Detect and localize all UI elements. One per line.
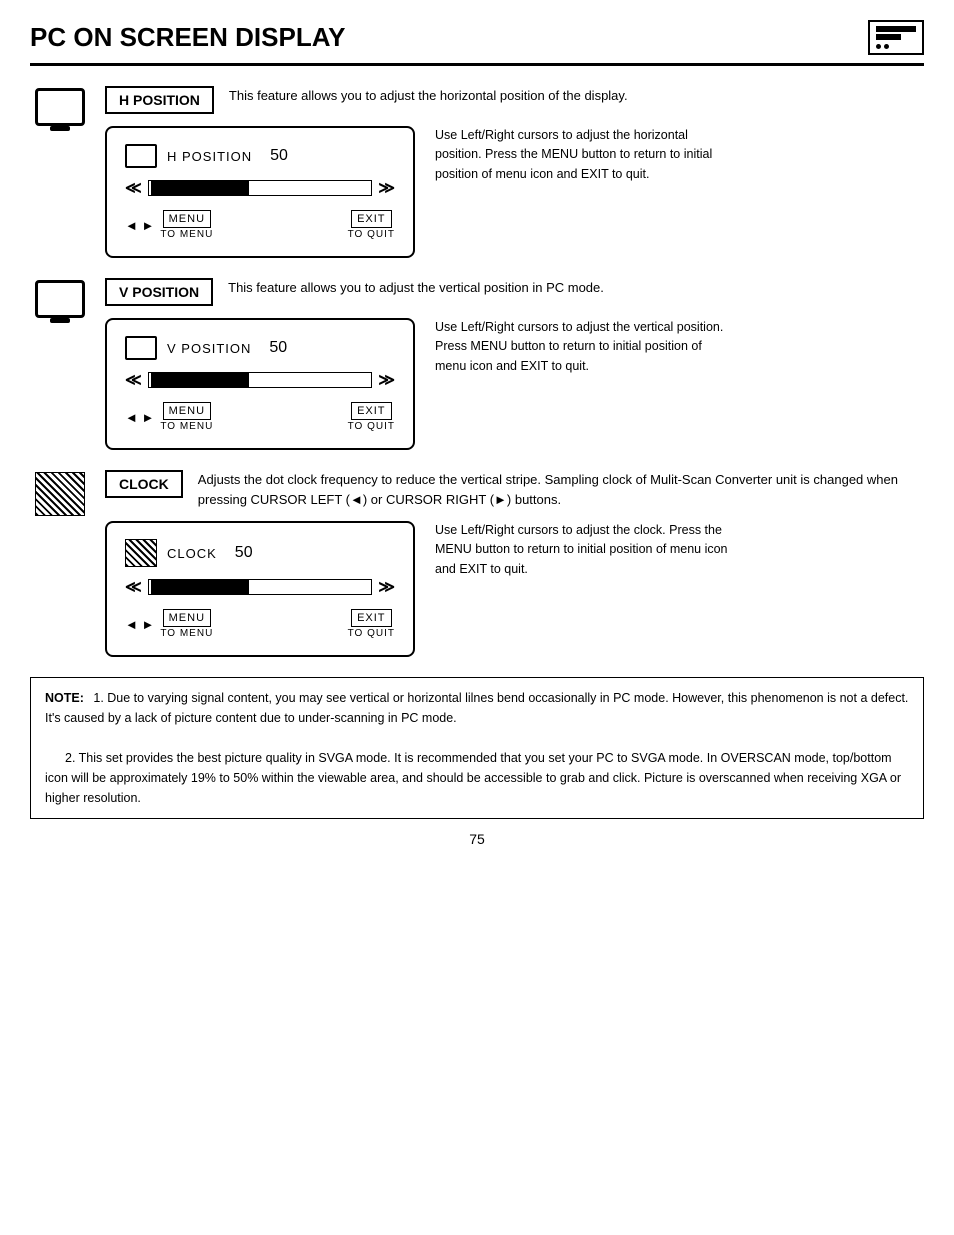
clock-arrow-right: ≫ xyxy=(378,577,395,597)
v-position-description: This feature allows you to adjust the ve… xyxy=(228,278,604,298)
v-position-ctrl-left: MENUTO MENU xyxy=(160,402,213,432)
h-position-slider-row: ≪≫ xyxy=(125,178,395,198)
v-position-icon xyxy=(30,280,90,318)
header-osd-icon xyxy=(868,20,924,55)
v-position-to-quit-label: TO QUIT xyxy=(348,421,395,432)
v-position-slider-fill xyxy=(151,373,249,387)
clock-content: CLOCK Adjusts the dot clock frequency to … xyxy=(105,470,924,657)
note-section: NOTE: 1. Due to varying signal content, … xyxy=(30,677,924,819)
clock-slider-track[interactable] xyxy=(148,579,373,595)
h-position-osd-monitor-icon xyxy=(125,144,157,168)
h-position-feature-header: H POSITION This feature allows you to adj… xyxy=(105,86,924,114)
h-position-ctrl-arrows[interactable]: ◄ ► xyxy=(125,218,154,233)
section-clock: CLOCK Adjusts the dot clock frequency to … xyxy=(30,470,924,657)
note-label: NOTE: xyxy=(45,691,84,705)
h-position-label: H POSITION xyxy=(105,86,214,114)
v-position-osd-monitor-icon xyxy=(125,336,157,360)
h-position-slider-fill xyxy=(151,181,249,195)
h-position-menu-button[interactable]: MENU xyxy=(163,210,211,228)
clock-ctrl-arrows[interactable]: ◄ ► xyxy=(125,617,154,632)
v-position-feature-header: V POSITION This feature allows you to adj… xyxy=(105,278,924,306)
clock-ctrl-left: MENUTO MENU xyxy=(160,609,213,639)
clock-to-quit-label: TO QUIT xyxy=(348,628,395,639)
clock-osd-value: 50 xyxy=(235,544,253,562)
clock-osd-row: CLOCK50≪≫◄ ►MENUTO MENUEXITTO QUITUse Le… xyxy=(105,521,924,657)
v-position-ctrl-right: EXITTO QUIT xyxy=(348,402,395,432)
page-number: 75 xyxy=(30,831,924,847)
clock-slider-row: ≪≫ xyxy=(125,577,395,597)
clock-arrow-left: ≪ xyxy=(125,577,142,597)
v-position-osd-value: 50 xyxy=(269,339,287,357)
section-v-position: V POSITION This feature allows you to adj… xyxy=(30,278,924,450)
v-position-to-menu-label: TO MENU xyxy=(160,421,213,432)
h-position-to-menu-label: TO MENU xyxy=(160,229,213,240)
h-position-ctrl-row: ◄ ► MENUTO MENU EXITTO QUIT xyxy=(125,210,395,240)
v-position-slider-track[interactable] xyxy=(148,372,373,388)
h-position-icon xyxy=(30,88,90,126)
h-position-arrow-left: ≪ xyxy=(125,178,142,198)
h-position-osd-label: H POSITION xyxy=(167,149,252,164)
v-position-arrow-left: ≪ xyxy=(125,370,142,390)
v-position-osd-desc: Use Left/Right cursors to adjust the ver… xyxy=(435,318,735,376)
clock-ctrl-row: ◄ ► MENUTO MENU EXITTO QUIT xyxy=(125,609,395,639)
h-position-ctrl-left: MENUTO MENU xyxy=(160,210,213,240)
h-position-content: H POSITION This feature allows you to adj… xyxy=(105,86,924,258)
clock-osd-label: CLOCK xyxy=(167,546,217,561)
h-position-description: This feature allows you to adjust the ho… xyxy=(229,86,628,106)
clock-label: CLOCK xyxy=(105,470,183,498)
page-header: PC ON SCREEN DISPLAY xyxy=(30,20,924,66)
v-position-ctrl-row: ◄ ► MENUTO MENU EXITTO QUIT xyxy=(125,402,395,432)
clock-description: Adjusts the dot clock frequency to reduc… xyxy=(198,470,924,509)
h-position-to-quit-label: TO QUIT xyxy=(348,229,395,240)
clock-to-menu-label: TO MENU xyxy=(160,628,213,639)
v-position-osd-label: V POSITION xyxy=(167,341,251,356)
clock-menu-button[interactable]: MENU xyxy=(163,609,211,627)
h-position-slider-track[interactable] xyxy=(148,180,373,196)
note-item-1: 1. Due to varying signal content, you ma… xyxy=(45,691,908,725)
page-title: PC ON SCREEN DISPLAY xyxy=(30,22,345,53)
note-item-2: 2. This set provides the best picture qu… xyxy=(45,751,901,805)
v-position-label: V POSITION xyxy=(105,278,213,306)
v-position-arrow-right: ≫ xyxy=(378,370,395,390)
h-position-osd-item-row: H POSITION 50 xyxy=(125,144,395,168)
v-position-osd-item-row: V POSITION 50 xyxy=(125,336,395,360)
clock-icon xyxy=(30,472,90,516)
clock-slider-fill xyxy=(151,580,249,594)
v-position-osd-box: V POSITION50≪≫◄ ►MENUTO MENUEXITTO QUIT xyxy=(105,318,415,450)
v-position-content: V POSITION This feature allows you to adj… xyxy=(105,278,924,450)
sections-container: H POSITION This feature allows you to adj… xyxy=(30,86,924,657)
clock-ctrl-right: EXITTO QUIT xyxy=(348,609,395,639)
h-position-arrow-right: ≫ xyxy=(378,178,395,198)
v-position-menu-button[interactable]: MENU xyxy=(163,402,211,420)
v-position-osd-row: V POSITION50≪≫◄ ►MENUTO MENUEXITTO QUITU… xyxy=(105,318,924,450)
clock-feature-header: CLOCK Adjusts the dot clock frequency to … xyxy=(105,470,924,509)
h-position-osd-value: 50 xyxy=(270,147,288,165)
clock-osd-item-row: CLOCK 50 xyxy=(125,539,395,567)
h-position-osd-desc: Use Left/Right cursors to adjust the hor… xyxy=(435,126,735,184)
h-position-ctrl-right: EXITTO QUIT xyxy=(348,210,395,240)
clock-osd-box: CLOCK50≪≫◄ ►MENUTO MENUEXITTO QUIT xyxy=(105,521,415,657)
clock-osd-desc: Use Left/Right cursors to adjust the clo… xyxy=(435,521,735,579)
section-h-position: H POSITION This feature allows you to adj… xyxy=(30,86,924,258)
h-position-osd-row: H POSITION50≪≫◄ ►MENUTO MENUEXITTO QUITU… xyxy=(105,126,924,258)
h-position-exit-button[interactable]: EXIT xyxy=(351,210,391,228)
v-position-slider-row: ≪≫ xyxy=(125,370,395,390)
v-position-exit-button[interactable]: EXIT xyxy=(351,402,391,420)
h-position-osd-box: H POSITION50≪≫◄ ►MENUTO MENUEXITTO QUIT xyxy=(105,126,415,258)
clock-exit-button[interactable]: EXIT xyxy=(351,609,391,627)
v-position-ctrl-arrows[interactable]: ◄ ► xyxy=(125,410,154,425)
clock-osd-clock-icon xyxy=(125,539,157,567)
